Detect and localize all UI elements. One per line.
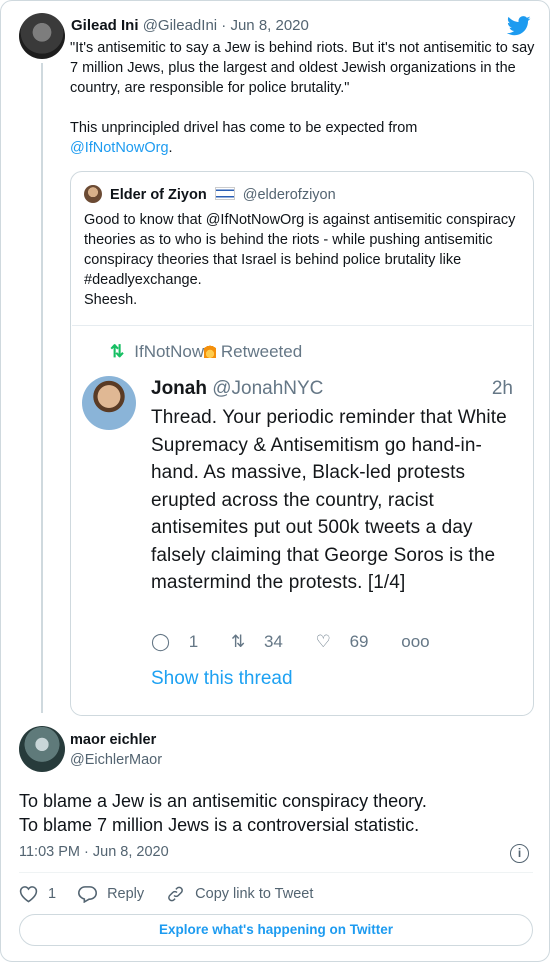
jonah-like: ♡ 69 [316,632,383,651]
quote-text-para: Good to know that @IfNotNowOrg is agains… [84,212,516,288]
jonah-time: 2h [491,378,513,399]
reply-timestamp[interactable]: 11:03 PM · Jun 8, 2020 [19,844,169,860]
quote-avatar [84,185,102,203]
more-icon: ooo [401,632,430,651]
link-icon [168,886,184,902]
action-bar: 1 Reply Copy link to Tweet [19,885,335,903]
author-name[interactable]: Gilead Ini [71,17,139,34]
separator: · [221,17,227,34]
jonah-name: Jonah [151,378,207,399]
jonah-avatar [82,376,136,430]
tweet-header: Gilead Ini @GileadIni · Jun 8, 2020 [71,16,309,36]
tweet-date[interactable]: Jun 8, 2020 [230,17,308,34]
quoted-tweet[interactable]: Elder of Ziyon @elderofziyon Good to kno… [70,171,534,716]
divider [19,872,533,873]
jonah-actions: ◯ 1 ⇅ 34 ♡ 69 ooo [151,632,444,652]
reply-author-name[interactable]: maor eichler [70,732,156,748]
thread-line [41,63,43,713]
tweet-text: "It's antisemitic to say a Jew is behind… [70,38,536,158]
reply-icon: ◯ [151,632,171,651]
jonah-retweet-count: 34 [263,632,283,651]
retweet-icon: ⇅ [230,632,246,651]
retweeted-label: Retweeted [220,342,303,361]
tweet-card: Gilead Ini @GileadIni · Jun 8, 2020 "It'… [0,0,550,962]
reply-label: Reply [107,886,145,902]
info-icon[interactable]: i [510,844,529,863]
israel-flag-icon [214,187,235,200]
explore-button[interactable]: Explore what's happening on Twitter [19,914,533,946]
reply-button[interactable]: Reply [78,885,144,903]
heart-icon: ♡ [315,632,331,651]
jonah-reply: ◯ 1 [151,632,212,651]
reply-author-avatar[interactable] [19,726,65,772]
retweet-icon: ⇅ [110,342,125,361]
embedded-screenshot: ⇅ IfNotNow Retweeted Jonah @JonahNYC 2h T… [72,325,532,715]
tweet-text-para1: "It's antisemitic to say a Jew is behind… [70,40,535,96]
author-handle[interactable]: @GileadIni [143,17,217,34]
twitter-bird-icon[interactable] [507,16,531,36]
quote-author-handle: @elderofziyon [242,187,336,203]
jonah-reply-count: 1 [188,632,199,651]
tweet-text-para2: This unprincipled drivel has come to be … [70,118,536,158]
reply-text-line2: To blame 7 million Jews is a controversi… [19,815,420,835]
tweet-text-line2: This unprincipled drivel has come to be … [70,120,418,136]
retweeted-by: IfNotNow [134,342,205,361]
jonah-text: Thread. Your periodic reminder that Whit… [151,407,507,593]
reply-text-line1: To blame a Jew is an antisemitic conspir… [19,791,427,811]
reply-icon [78,886,98,903]
quote-text-line2: Sheesh. [84,292,138,308]
author-avatar[interactable] [19,13,65,59]
jonah-retweet: ⇅ 34 [231,632,297,651]
mention-link[interactable]: @IfNotNowOrg [70,140,169,156]
fire-icon [204,344,217,358]
reply-author-handle[interactable]: @EichlerMaor [70,752,162,768]
mention-suffix: . [168,140,173,156]
heart-icon [19,886,38,903]
like-count: 1 [48,886,57,902]
quote-text: Good to know that @IfNotNowOrg is agains… [84,210,524,310]
retweet-row: ⇅ IfNotNow Retweeted [110,342,302,362]
like-button[interactable]: 1 [19,885,56,903]
jonah-handle: @JonahNYC [212,378,324,399]
quote-author-name: Elder of Ziyon [110,187,207,203]
jonah-like-count: 69 [349,632,369,651]
show-thread-link: Show this thread [151,668,293,689]
jonah-header: Jonah @JonahNYC 2h [151,378,513,400]
reply-text: To blame a Jew is an antisemitic conspir… [19,789,534,837]
quote-header: Elder of Ziyon @elderofziyon [84,185,336,205]
copy-link-button[interactable]: Copy link to Tweet [166,885,313,903]
copy-link-label: Copy link to Tweet [195,886,314,902]
